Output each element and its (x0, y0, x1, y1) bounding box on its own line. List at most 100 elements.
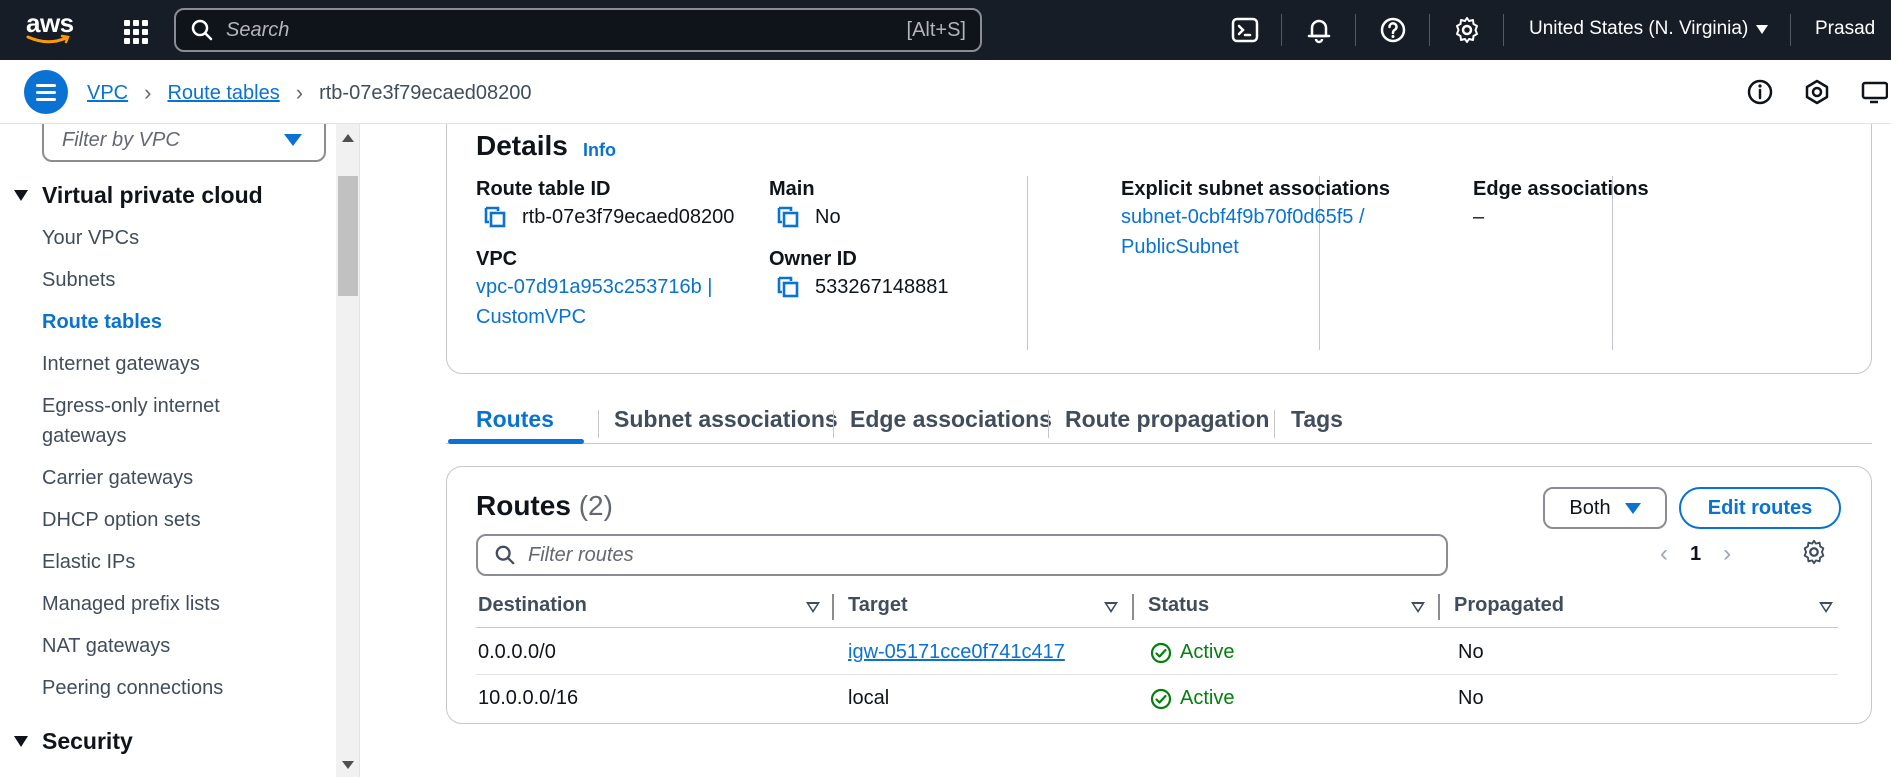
sidebar-item-internet-gateways[interactable]: Internet gateways (42, 349, 302, 379)
tab-edge-associations[interactable]: Edge associations (850, 406, 1052, 433)
user-menu[interactable]: Prasad (1815, 18, 1875, 40)
section-title: Security (42, 728, 133, 754)
services-menu-icon[interactable] (120, 16, 148, 44)
divider (1790, 14, 1791, 46)
global-search-input[interactable]: Search [Alt+S] (174, 8, 982, 52)
copy-icon[interactable] (775, 204, 801, 230)
bell-icon[interactable] (1304, 15, 1334, 45)
breadcrumb-vpc[interactable]: VPC (87, 82, 128, 105)
tab-divider (598, 410, 599, 438)
details-info-link[interactable]: Info (583, 140, 616, 161)
sidebar-item-dhcp-option-sets[interactable]: DHCP option sets (42, 505, 302, 535)
chevron-right-icon[interactable]: › (1723, 540, 1731, 568)
current-page[interactable]: 1 (1690, 543, 1701, 566)
sort-caret-icon[interactable] (1819, 602, 1833, 613)
filter-routes-input[interactable]: Filter routes (476, 534, 1448, 576)
copy-icon[interactable] (482, 204, 508, 230)
sidebar-item-elastic-ips[interactable]: Elastic IPs (42, 547, 302, 577)
sidebar-item-egress-only-internet-gateways[interactable]: Egress-only internet gateways (42, 391, 302, 451)
tab-subnet-associations[interactable]: Subnet associations (614, 406, 838, 433)
sort-caret-icon[interactable] (806, 602, 820, 613)
column-header-target[interactable]: Target (848, 594, 908, 617)
routes-title: Routes (2) (476, 490, 613, 522)
screen-icon[interactable] (1860, 78, 1888, 106)
vpc-link[interactable]: vpc-07d91a953c253716b | CustomVPC (476, 272, 726, 332)
column-header-destination[interactable]: Destination (478, 594, 587, 617)
scrollbar-thumb[interactable] (338, 176, 358, 296)
chevron-left-icon[interactable]: ‹ (1660, 540, 1668, 568)
details-title: Details (476, 130, 568, 161)
sidebar-item-carrier-gateways[interactable]: Carrier gateways (42, 463, 302, 493)
section-title: Virtual private cloud (42, 182, 263, 208)
feedback-icon[interactable] (1803, 78, 1831, 106)
search-placeholder: Search (226, 18, 290, 41)
vpc-label: VPC (476, 248, 518, 270)
scroll-down-arrow-icon[interactable] (342, 761, 354, 769)
hamburger-menu-icon[interactable] (24, 70, 68, 114)
details-column-3: Explicit subnet associations subnet-0cbf… (1121, 176, 1411, 262)
breadcrumb-bar: VPC › Route tables › rtb-07e3f79ecaed082… (0, 60, 1891, 124)
scroll-up-arrow-icon[interactable] (342, 134, 354, 142)
cloudshell-icon[interactable] (1230, 15, 1260, 45)
details-column-2: Main No Owner ID 533267148881 (769, 176, 1109, 302)
main-label: Main (769, 178, 815, 200)
sidebar-scrollbar[interactable] (336, 124, 359, 777)
smile-icon (26, 34, 70, 44)
help-icon[interactable] (1378, 15, 1408, 45)
table-row: 0.0.0.0/0 igw-05171cce0f741c417 Active N… (476, 629, 1838, 675)
column-resizer[interactable] (1132, 594, 1134, 620)
filter-routes-placeholder: Filter routes (528, 543, 634, 566)
explicit-subnet-associations-label: Explicit subnet associations (1121, 178, 1390, 200)
route-status-text: Active (1180, 641, 1235, 663)
route-propagated: No (1458, 641, 1484, 663)
main-content: Details Info Route table ID rtb-07e3f79e… (360, 124, 1891, 777)
gear-icon[interactable] (1452, 15, 1482, 45)
breadcrumb-current: rtb-07e3f79ecaed08200 (319, 81, 532, 104)
section-virtual-private-cloud[interactable]: Virtual private cloud (14, 182, 263, 209)
explicit-subnet-link[interactable]: subnet-0cbf4f9b70f0d65f5 / PublicSubnet (1121, 202, 1401, 262)
route-destination: 0.0.0.0/0 (478, 641, 556, 663)
sidebar-item-your-vpcs[interactable]: Your VPCs (42, 223, 302, 253)
check-circle-icon (1150, 688, 1172, 709)
owner-id-label: Owner ID (769, 248, 857, 270)
main-value-row: No (769, 202, 1109, 232)
aws-logo[interactable]: aws (26, 8, 74, 48)
owner-id-row: 533267148881 (769, 272, 1109, 302)
copy-icon[interactable] (775, 274, 801, 300)
sidebar-item-peering-connections[interactable]: Peering connections (42, 673, 302, 703)
aws-logo-text: aws (26, 8, 74, 38)
caret-down-icon (284, 134, 302, 146)
sidebar-item-managed-prefix-lists[interactable]: Managed prefix lists (42, 589, 302, 619)
table-row: 10.0.0.0/16 local Active No (476, 675, 1838, 721)
column-header-propagated[interactable]: Propagated (1454, 594, 1564, 617)
sidebar-item-route-tables[interactable]: Route tables (42, 307, 302, 337)
route-type-select[interactable]: Both (1543, 487, 1667, 529)
details-column-4: Edge associations – (1473, 176, 1763, 232)
column-resizer[interactable] (832, 594, 834, 620)
pagination: ‹ 1 › (1660, 540, 1731, 568)
sidebar-item-nat-gateways[interactable]: NAT gateways (42, 631, 302, 661)
owner-id: 533267148881 (815, 276, 949, 298)
routes-title-text: Routes (476, 490, 571, 521)
region-selector[interactable]: United States (N. Virginia) (1529, 18, 1769, 40)
tab-route-propagation[interactable]: Route propagation (1065, 406, 1269, 433)
main-value: No (815, 206, 841, 228)
column-header-status[interactable]: Status (1148, 594, 1209, 617)
filter-by-vpc-select[interactable]: Filter by VPC (42, 124, 326, 162)
tab-tags[interactable]: Tags (1291, 406, 1343, 433)
route-table-id-value: rtb-07e3f79ecaed08200 (476, 202, 816, 232)
sort-caret-icon[interactable] (1411, 602, 1425, 613)
route-target-link[interactable]: igw-05171cce0f741c417 (848, 641, 1065, 664)
column-resizer[interactable] (1438, 594, 1440, 620)
breadcrumb-route-tables[interactable]: Route tables (167, 82, 279, 105)
info-icon[interactable] (1746, 78, 1774, 106)
filter-by-vpc-placeholder: Filter by VPC (62, 128, 180, 151)
sidebar-item-subnets[interactable]: Subnets (42, 265, 302, 295)
edge-associations-value: – (1473, 206, 1485, 228)
tab-routes[interactable]: Routes (476, 406, 554, 433)
edit-routes-button[interactable]: Edit routes (1679, 487, 1841, 529)
region-label: United States (N. Virginia) (1529, 18, 1749, 39)
sort-caret-icon[interactable] (1104, 602, 1118, 613)
table-settings-gear-icon[interactable] (1800, 538, 1828, 566)
section-security[interactable]: Security (14, 728, 133, 755)
